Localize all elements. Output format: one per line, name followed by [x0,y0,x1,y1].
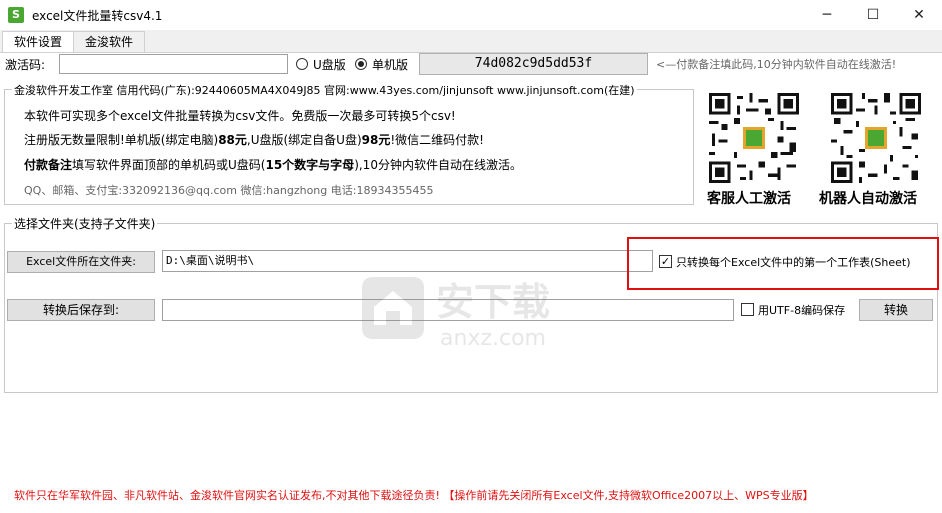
tab-settings[interactable]: 软件设置 [2,31,74,53]
info-line-3-b: 填写软件界面顶部的单机码或U盘码( [72,158,266,172]
activation-code-label: 激活码: [5,58,46,72]
radio-pc-label[interactable]: 单机版 [372,56,408,73]
footer-notice: 软件只在华军软件园、非凡软件站、金浚软件官网实名认证发布,不对其他下载途径负责!… [14,489,814,502]
select-save-folder-button[interactable]: 转换后保存到: [7,299,155,321]
source-folder-input[interactable]: D:\桌面\说明书\ [162,250,653,272]
info-line-2: 注册版无数量限制!单机版(绑定电脑)88元,U盘版(绑定自备U盘)98元!微信二… [24,131,484,148]
studio-info-header: 金浚软件开发工作室 信用代码(广东):92440605MA4X049J85 官网… [12,82,637,98]
payment-note-strong: 付款备注 [24,158,73,172]
folder-group-title: 选择文件夹(支持子文件夹) [12,215,158,232]
qr-label-robot: 机器人自动激活 [819,191,917,207]
qr-code-robot [831,93,921,183]
first-sheet-checkbox[interactable]: ✓ [659,255,672,268]
utf8-label[interactable]: 用UTF-8编码保存 [758,302,845,318]
radio-pc-version[interactable] [355,58,367,70]
close-button[interactable]: ✕ [896,0,942,30]
info-line-2-e: !微信二维码付款! [390,133,484,147]
tab-jinjun-software[interactable]: 金浚软件 [73,31,145,52]
select-source-folder-button[interactable]: Excel文件所在文件夹: [7,251,155,273]
contact-line: QQ、邮箱、支付宝:332092136@qq.com 微信:hangzhong … [24,184,434,197]
watermark: 安下载 anxz.com [360,273,590,353]
first-sheet-label[interactable]: 只转换每个Excel文件中的第一个工作表(Sheet) [676,254,911,270]
activation-hint: <—付款备注填此码,10分钟内软件自动在线激活! [656,58,897,71]
settings-panel: 激活码: U盘版 单机版 74d082c9d5dd53f <—付款备注填此码,1… [0,52,942,513]
window-title: excel文件批量转csv4.1 [32,9,163,23]
radio-usb-version[interactable] [296,58,308,70]
price-pc: 88元 [218,133,247,147]
info-line-3-d: ),10分钟内软件自动在线激活。 [354,158,522,172]
code-length-strong: 15个数字与字母 [265,158,355,172]
minimize-button[interactable]: ─ [804,0,850,30]
qr-label-customer-service: 客服人工激活 [707,191,791,207]
info-line-2-c: ,U盘版(绑定自备U盘) [246,133,362,147]
utf8-checkbox[interactable] [741,303,754,316]
info-line-1: 本软件可实现多个excel文件批量转换为csv文件。免费版一次最多可转换5个cs… [24,109,456,123]
activation-code-input[interactable] [59,54,288,74]
watermark-cn: 安下载 [436,280,550,324]
info-line-2-a: 注册版无数量限制!单机版(绑定电脑) [24,133,219,147]
radio-usb-label[interactable]: U盘版 [313,56,346,73]
qr-code-customer-service [709,93,799,183]
maximize-button[interactable]: ☐ [850,0,896,30]
convert-button[interactable]: 转换 [859,299,933,321]
price-usb: 98元 [361,133,391,147]
excel-app-icon: S [8,7,24,23]
info-line-3: 付款备注填写软件界面顶部的单机码或U盘码(15个数字与字母),10分钟内软件自动… [24,156,522,173]
watermark-en: anxz.com [440,326,546,351]
title-bar: S excel文件批量转csv4.1 ─ ☐ ✕ [0,0,942,30]
machine-code-box[interactable]: 74d082c9d5dd53f [419,53,648,75]
